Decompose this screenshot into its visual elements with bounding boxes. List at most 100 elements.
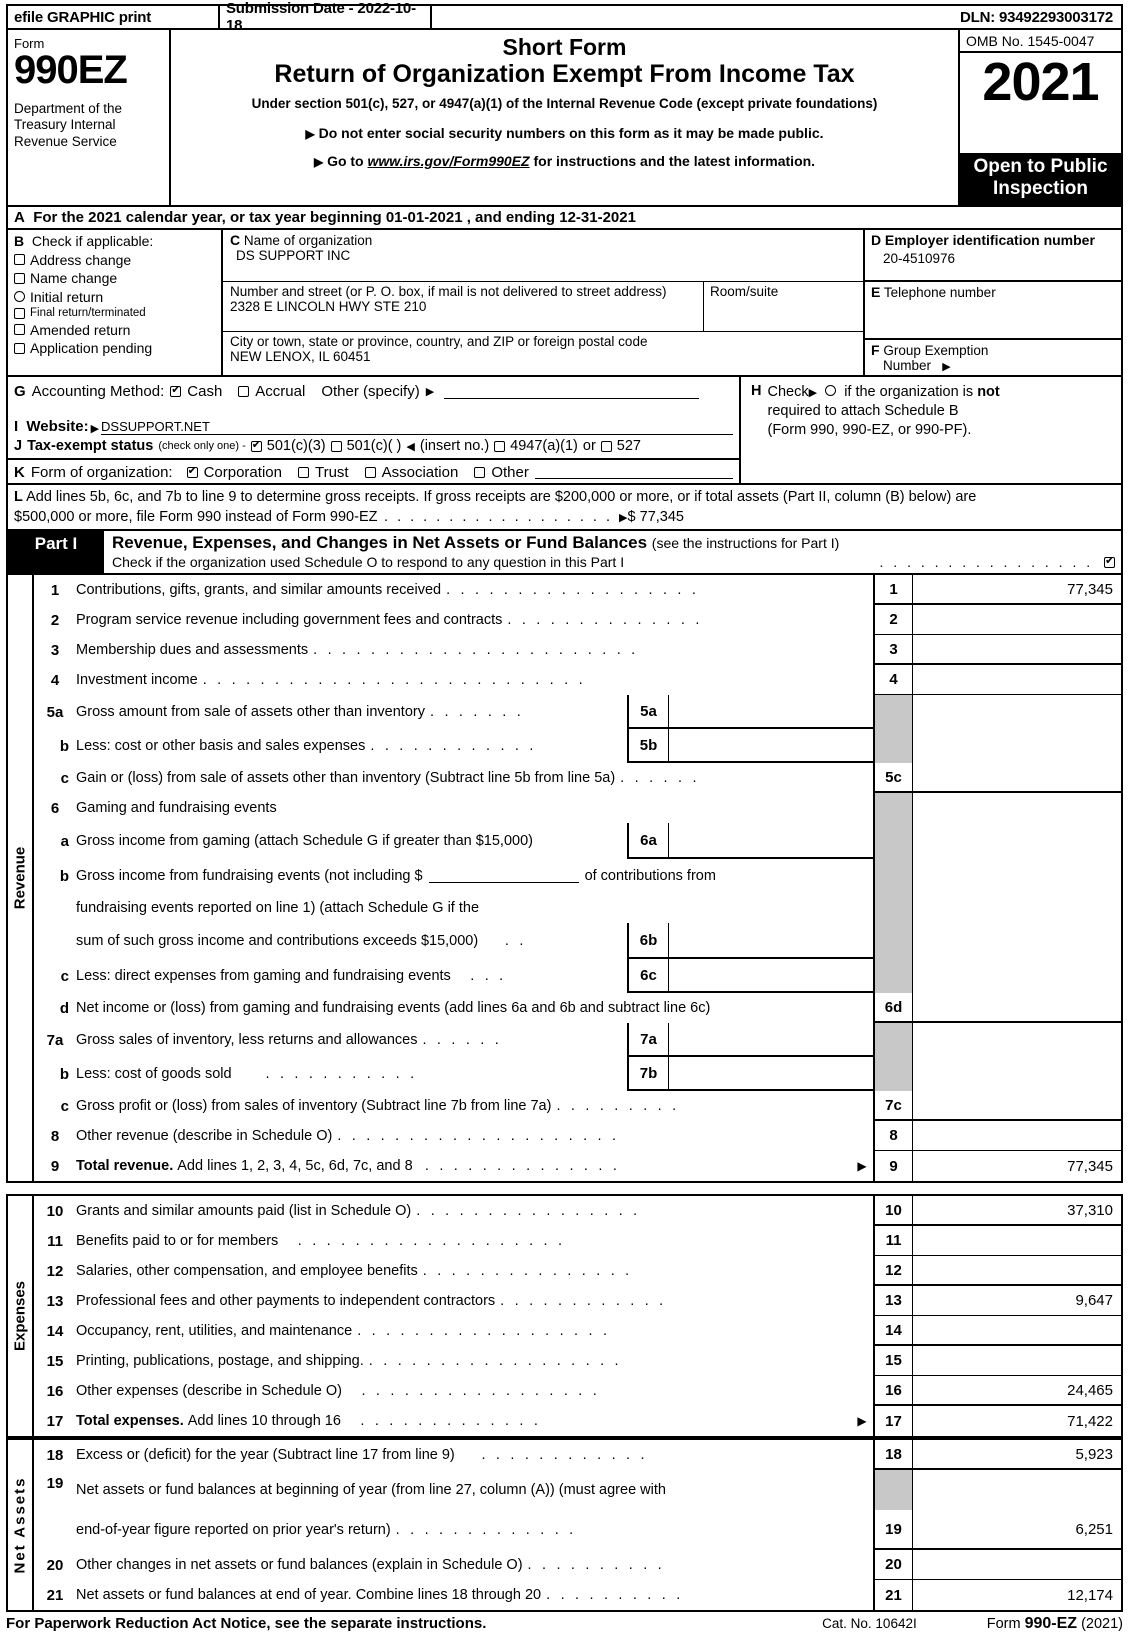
line-amount[interactable] bbox=[913, 1121, 1121, 1152]
sub-line-amount[interactable] bbox=[669, 729, 873, 761]
checkbox-cash-icon[interactable] bbox=[170, 384, 182, 397]
checkbox-name-change[interactable]: Name change bbox=[14, 270, 221, 286]
line-amount[interactable] bbox=[913, 1316, 1121, 1347]
sub-line-amount[interactable] bbox=[669, 823, 873, 857]
line-amount[interactable]: 77,345 bbox=[913, 1151, 1121, 1181]
ein-value[interactable]: 20-4510976 bbox=[871, 251, 1121, 266]
line-amount[interactable]: 6,251 bbox=[913, 1510, 1121, 1551]
checkbox-amended-return[interactable]: Amended return bbox=[14, 322, 221, 338]
org-name-value[interactable]: DS SUPPORT INC bbox=[230, 248, 863, 263]
checkbox-association-icon[interactable] bbox=[364, 467, 376, 478]
line-label-bold: Total expenses. bbox=[76, 1413, 184, 1430]
line-text: Gross income from fundraising events (no… bbox=[76, 859, 873, 893]
section-h-row: H Check▶ if the organization is not requ… bbox=[751, 383, 1115, 440]
line-amount[interactable] bbox=[913, 1346, 1121, 1377]
form-footer-id: Form 990-EZ (2021) bbox=[987, 1615, 1123, 1633]
line-id-shaded bbox=[873, 823, 913, 860]
sub-line-amount[interactable] bbox=[669, 1023, 873, 1055]
line-amount bbox=[913, 923, 1121, 959]
efile-print-label: efile GRAPHIC print bbox=[8, 6, 220, 28]
line-id-shaded bbox=[873, 695, 913, 730]
table-row: 10 Grants and similar amounts paid (list… bbox=[34, 1196, 1121, 1227]
line-amount bbox=[913, 1470, 1121, 1510]
line-label: Less: cost of goods sold bbox=[76, 1066, 232, 1083]
line-amount[interactable] bbox=[913, 763, 1121, 794]
city-value[interactable]: NEW LENOX, IL 60451 bbox=[230, 349, 863, 364]
line-amount[interactable] bbox=[913, 605, 1121, 636]
checkbox-icon[interactable] bbox=[14, 291, 25, 302]
line-amount[interactable]: 5,923 bbox=[913, 1440, 1121, 1471]
website-value[interactable]: DSSUPPORT.NET bbox=[101, 419, 733, 435]
checkbox-address-change[interactable]: Address change bbox=[14, 252, 221, 268]
sub-line-amount[interactable] bbox=[669, 695, 873, 727]
line-label: Less: direct expenses from gaming and fu… bbox=[76, 968, 451, 985]
line-amount[interactable]: 9,647 bbox=[913, 1286, 1121, 1317]
line-amount[interactable] bbox=[913, 1550, 1121, 1581]
dot-leader: . . . . . . . . . . . . . . . . . . . . … bbox=[202, 672, 586, 689]
checkbox-corporation-icon[interactable] bbox=[186, 465, 198, 478]
line-text: Less: direct expenses from gaming and fu… bbox=[76, 959, 627, 993]
line-amount[interactable] bbox=[913, 1256, 1121, 1287]
section-c-address: C Name of organization DS SUPPORT INC Nu… bbox=[221, 230, 863, 375]
checkbox-527-icon[interactable] bbox=[600, 440, 612, 452]
part-i-title-note: (see the instructions for Part I) bbox=[651, 535, 840, 552]
checkbox-icon[interactable] bbox=[14, 307, 25, 319]
other-org-input[interactable] bbox=[534, 466, 733, 479]
checkbox-icon[interactable] bbox=[14, 324, 25, 335]
checkbox-schedule-o-icon[interactable] bbox=[1104, 555, 1115, 568]
sub-line-amount[interactable] bbox=[669, 923, 873, 957]
checkbox-trust-icon[interactable] bbox=[297, 467, 309, 478]
checkbox-other-org-icon[interactable] bbox=[474, 467, 486, 478]
other-specify-input[interactable] bbox=[444, 385, 700, 399]
checkbox-501c3-icon[interactable] bbox=[250, 439, 262, 452]
line-amount[interactable]: 12,174 bbox=[913, 1580, 1121, 1610]
checkbox-icon[interactable] bbox=[14, 254, 25, 265]
ein-label-text: Employer identification number bbox=[884, 232, 1095, 248]
line-number-blank bbox=[34, 923, 76, 959]
irs-website-link[interactable]: www.irs.gov/Form990EZ bbox=[368, 153, 530, 169]
line-id: 14 bbox=[873, 1316, 913, 1347]
sub-line-amount[interactable] bbox=[669, 959, 873, 991]
checkbox-accrual-icon[interactable] bbox=[238, 386, 250, 397]
table-row: 1 Contributions, gifts, grants, and simi… bbox=[34, 575, 1121, 606]
group-exemption-label: F Group Exemption bbox=[871, 342, 1121, 358]
line-label: Salaries, other compensation, and employ… bbox=[76, 1263, 418, 1280]
sub-line-amount[interactable] bbox=[669, 1057, 873, 1089]
line-text: Gross sales of inventory, less returns a… bbox=[76, 1023, 627, 1057]
checkbox-icon[interactable] bbox=[14, 342, 25, 354]
checkbox-schedule-b-icon[interactable] bbox=[825, 385, 837, 396]
checkbox-application-pending[interactable]: Application pending bbox=[14, 340, 221, 356]
line-amount[interactable]: 24,465 bbox=[913, 1376, 1121, 1407]
table-row: fundraising events reported on line 1) (… bbox=[34, 893, 1121, 924]
dot-leader: . . . . . . . . . . . . bbox=[500, 1293, 667, 1310]
line-amount[interactable]: 77,345 bbox=[913, 575, 1121, 606]
line-amount[interactable]: 71,422 bbox=[913, 1406, 1121, 1436]
line-amount[interactable]: 37,310 bbox=[913, 1196, 1121, 1227]
checkbox-final-return[interactable]: Final return/terminated bbox=[14, 307, 221, 319]
line-number: 17 bbox=[46, 1412, 64, 1430]
revenue-rows: 1 Contributions, gifts, grants, and simi… bbox=[34, 575, 1121, 1182]
table-row: 14 Occupancy, rent, utilities, and maint… bbox=[34, 1316, 1121, 1347]
street-row: Number and street (or P. O. box, if mail… bbox=[223, 282, 863, 332]
check-word: Check bbox=[767, 384, 809, 400]
sub-line-id: 7a bbox=[629, 1023, 669, 1056]
table-row: 19 Net assets or fund balances at beginn… bbox=[34, 1470, 1121, 1511]
tax-year: 2021 bbox=[982, 52, 1099, 112]
form-of-org-label: Form of organization: bbox=[30, 464, 173, 481]
tax-exempt-label: Tax-exempt status bbox=[27, 438, 154, 454]
checkbox-501c-icon[interactable] bbox=[330, 440, 342, 452]
checkbox-icon[interactable] bbox=[14, 272, 25, 284]
checkbox-initial-return[interactable]: Initial return bbox=[14, 289, 221, 305]
fundraising-amount-input[interactable] bbox=[428, 869, 579, 884]
dot-leader: . . . . . . . . . . . . . . . . . . . bbox=[283, 1233, 566, 1250]
line-amount[interactable] bbox=[913, 1226, 1121, 1257]
street-value[interactable]: 2328 E LINCOLN HWY STE 210 bbox=[230, 299, 703, 314]
line-amount[interactable] bbox=[913, 665, 1121, 696]
checkbox-4947a1-icon[interactable] bbox=[494, 440, 506, 452]
line-amount[interactable] bbox=[913, 635, 1121, 666]
dot-leader: . . bbox=[483, 933, 527, 950]
line-amount[interactable] bbox=[913, 1091, 1121, 1122]
bullet-no-ssn-text: Do not enter social security numbers on … bbox=[318, 124, 824, 141]
line-number: b bbox=[59, 867, 69, 885]
line-amount[interactable] bbox=[913, 993, 1121, 1024]
